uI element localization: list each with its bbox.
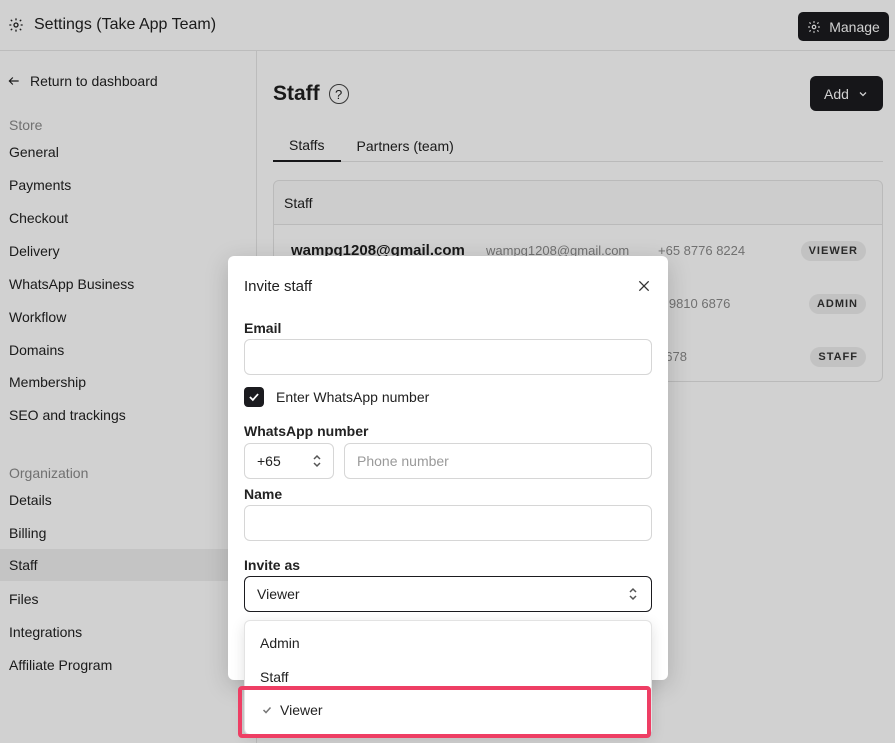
check-icon xyxy=(262,706,272,714)
whatsapp-number-label: WhatsApp number xyxy=(244,423,369,439)
phone-number-input[interactable] xyxy=(344,443,652,479)
option-viewer-label: Viewer xyxy=(280,701,323,718)
invite-as-value: Viewer xyxy=(257,586,300,602)
chevron-up-down-icon xyxy=(629,587,637,601)
close-icon[interactable] xyxy=(636,278,652,294)
option-staff[interactable]: Staff xyxy=(245,660,651,693)
name-field[interactable] xyxy=(244,505,652,541)
invite-as-label: Invite as xyxy=(244,557,301,573)
option-viewer[interactable]: Viewer xyxy=(245,693,651,726)
email-field[interactable] xyxy=(244,339,652,375)
option-admin[interactable]: Admin xyxy=(245,626,651,659)
check-icon xyxy=(249,393,259,402)
modal-title: Invite staff xyxy=(244,278,313,295)
country-code-select[interactable]: +65 xyxy=(244,443,334,479)
chevron-up-down-icon xyxy=(313,454,321,468)
country-code-value: +65 xyxy=(257,453,281,469)
name-label: Name xyxy=(244,486,283,502)
email-label: Email xyxy=(244,320,282,336)
invite-as-select[interactable]: Viewer xyxy=(244,576,652,612)
invite-staff-modal: Invite staff Email Enter WhatsApp number… xyxy=(228,256,668,680)
invite-as-dropdown: Admin Staff Viewer xyxy=(244,620,652,735)
whatsapp-checkbox-label: Enter WhatsApp number xyxy=(276,389,430,405)
whatsapp-checkbox[interactable] xyxy=(244,387,264,407)
